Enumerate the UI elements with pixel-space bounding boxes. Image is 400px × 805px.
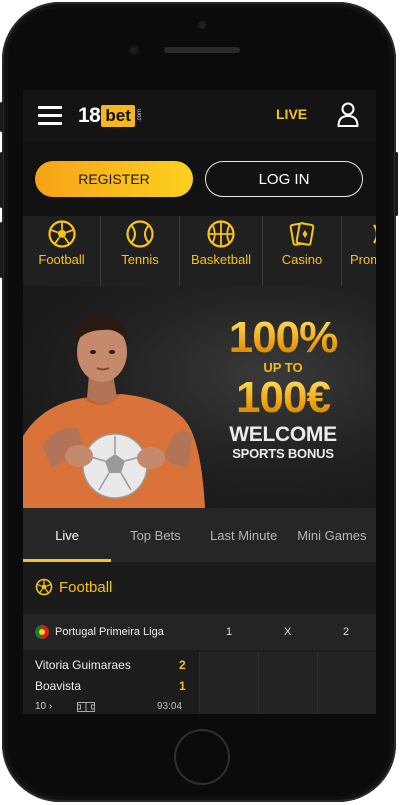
section-header[interactable]: Football [23, 562, 376, 612]
match-row[interactable]: Vitoria Guimaraes 2 Boavista 1 10 › 93:0… [23, 652, 376, 714]
soccer-ball-icon [47, 220, 76, 248]
sport-label: Prom [350, 252, 376, 267]
odds-header-home: 1 [226, 626, 233, 638]
user-icon[interactable] [337, 102, 359, 128]
odds-cell-home[interactable] [199, 652, 258, 714]
odds-header-draw: X [284, 626, 292, 638]
promo-banner[interactable]: 100% UP TO 100€ WELCOME SPORTS BONUS [23, 286, 376, 508]
live-link[interactable]: LIVE [276, 106, 307, 122]
logo-suffix: .com [136, 109, 143, 123]
auth-bar: REGISTER LOG IN [23, 142, 376, 216]
football-player-illustration [23, 316, 205, 508]
bonus-amount: 100€ [203, 376, 363, 420]
away-score: 1 [179, 679, 186, 693]
earpiece-speaker [164, 47, 240, 53]
sport-item-promo[interactable]: Prom [342, 216, 376, 286]
app-header: 18 bet .com LIVE [23, 90, 376, 142]
logo-number: 18 [78, 104, 101, 127]
bonus-percent: 100% [203, 316, 363, 360]
bonus-welcome: WELCOME [229, 423, 337, 446]
home-team: Vitoria Guimaraes [35, 658, 131, 672]
app-screen: 18 bet .com LIVE REGISTER LOG IN Footbal… [23, 90, 376, 714]
logo-word: bet [101, 105, 135, 127]
bonus-sports: SPORTS BONUS [232, 446, 334, 461]
proximity-sensor [198, 21, 206, 29]
tab-live[interactable]: Live [23, 508, 112, 562]
odds-cell-away[interactable] [317, 652, 376, 714]
tab-top-bets[interactable]: Top Bets [111, 508, 199, 562]
home-button[interactable] [174, 729, 230, 785]
sports-nav: Football Tennis Basketball Casino Prom [23, 216, 376, 286]
register-button[interactable]: REGISTER [35, 161, 193, 197]
power-button [395, 152, 398, 216]
volume-down-button [0, 222, 3, 278]
league-name: Portugal Primeira Liga [55, 626, 164, 638]
basketball-icon [207, 220, 235, 248]
match-time: 93:04 [157, 701, 183, 712]
sport-item-casino[interactable]: Casino [263, 216, 342, 286]
home-score: 2 [179, 658, 186, 672]
sport-label: Casino [281, 252, 323, 267]
promo-icon [373, 224, 376, 244]
logo[interactable]: 18 bet .com [78, 104, 143, 128]
chevron-right-icon: › [48, 701, 53, 712]
markets-count[interactable]: 10 › [35, 701, 52, 712]
away-team: Boavista [35, 679, 82, 693]
tab-last-minute[interactable]: Last Minute [200, 508, 288, 562]
front-camera [128, 44, 140, 56]
betting-tabs: Live Top Bets Last Minute Mini Games [23, 508, 376, 562]
section-title: Football [59, 578, 113, 596]
volume-up-button [0, 152, 3, 208]
soccer-ball-icon [35, 578, 53, 596]
odds-cell-draw[interactable] [258, 652, 317, 714]
sport-label: Tennis [121, 252, 159, 267]
markets-count-value: 10 [35, 701, 47, 712]
portugal-flag-icon [35, 625, 49, 639]
bonus-text: 100% UP TO 100€ WELCOME SPORTS BONUS [203, 316, 363, 462]
cards-icon [289, 222, 315, 246]
league-row[interactable]: Portugal Primeira Liga 1 X 2 [23, 614, 376, 650]
mute-switch [0, 102, 3, 132]
sport-item-football[interactable]: Football [23, 216, 101, 286]
sport-item-basketball[interactable]: Basketball [180, 216, 263, 286]
login-button[interactable]: LOG IN [205, 161, 363, 197]
tennis-ball-icon [126, 220, 154, 248]
hamburger-icon[interactable] [38, 106, 62, 126]
sport-label: Football [38, 252, 85, 267]
sport-label: Basketball [191, 252, 251, 267]
odds-header-away: 2 [343, 626, 350, 638]
pitch-icon[interactable] [77, 702, 95, 712]
tab-mini-games[interactable]: Mini Games [288, 508, 376, 562]
sport-item-tennis[interactable]: Tennis [101, 216, 180, 286]
